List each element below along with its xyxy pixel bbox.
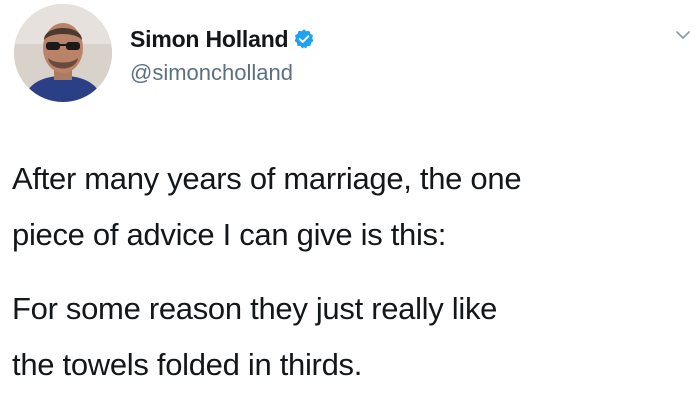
tweet-text-line: For some reason they just really like (12, 291, 498, 326)
display-name[interactable]: Simon Holland (130, 26, 289, 53)
tweet-paragraph-1: After many years of marriage, the one pi… (12, 151, 692, 263)
avatar[interactable] (14, 4, 112, 102)
tweet-card: Simon Holland @simoncholland After many … (0, 0, 700, 401)
tweet-paragraph-2: For some reason they just really like th… (12, 281, 692, 393)
chevron-down-icon[interactable] (674, 26, 692, 44)
author-name-row[interactable]: Simon Holland (130, 24, 315, 54)
tweet-text-line: the towels folded in thirds. (12, 347, 363, 382)
user-handle[interactable]: @simoncholland (130, 60, 293, 86)
verified-badge-icon (293, 28, 315, 50)
tweet-text-line: piece of advice I can give is this: (12, 217, 447, 252)
avatar-photo-icon (14, 4, 112, 102)
tweet-text-line: After many years of marriage, the one (12, 161, 522, 196)
